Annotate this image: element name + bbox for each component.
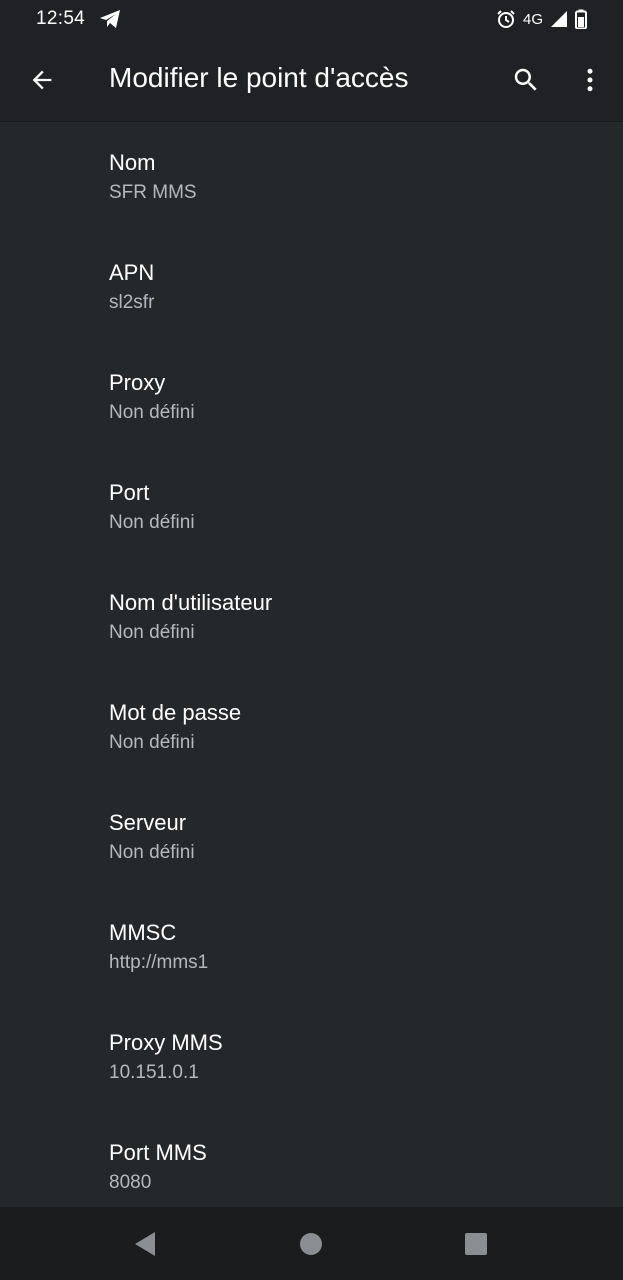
navigation-bar (0, 1207, 623, 1280)
pref-title: Mot de passe (109, 700, 242, 725)
signal-icon (550, 10, 568, 28)
pref-server[interactable]: Serveur Non défini (0, 782, 623, 892)
pref-title: Port (109, 480, 150, 505)
pref-username[interactable]: Nom d'utilisateur Non défini (0, 562, 623, 672)
page-title: Modifier le point d'accès (109, 62, 409, 93)
pref-apn[interactable]: APN sl2sfr (0, 232, 623, 342)
pref-summary: 8080 (109, 1172, 152, 1193)
telegram-icon (99, 9, 121, 29)
pref-mms-proxy[interactable]: Proxy MMS 10.151.0.1 (0, 1002, 623, 1112)
back-button[interactable] (24, 62, 60, 98)
pref-mmsc[interactable]: MMSC http://mms1 (0, 892, 623, 1002)
pref-title: Proxy (109, 370, 166, 395)
back-arrow-icon (28, 66, 56, 94)
pref-nom[interactable]: Nom SFR MMS (0, 122, 623, 232)
pref-summary: Non défini (109, 402, 195, 423)
status-time: 12:54 (36, 8, 86, 29)
pref-title: MMSC (109, 920, 177, 945)
pref-mms-port[interactable]: Port MMS 8080 (0, 1112, 623, 1207)
status-right: 4G (496, 9, 587, 29)
more-options-button[interactable] (570, 60, 610, 100)
nav-back-icon (133, 1231, 157, 1257)
pref-summary: Non défini (109, 842, 195, 863)
alarm-icon (496, 9, 516, 29)
network-type: 4G (522, 10, 543, 28)
app-bar: Modifier le point d'accès (0, 38, 623, 122)
pref-summary: Non défini (109, 732, 195, 753)
more-vert-icon (575, 65, 605, 95)
nav-home-icon (299, 1232, 323, 1256)
pref-summary: http://mms1 (109, 952, 209, 973)
battery-icon (575, 9, 587, 29)
search-icon (511, 65, 541, 95)
nav-recents-icon (464, 1232, 488, 1256)
pref-password[interactable]: Mot de passe Non défini (0, 672, 623, 782)
pref-proxy[interactable]: Proxy Non défini (0, 342, 623, 452)
pref-title: Proxy MMS (109, 1030, 223, 1055)
search-button[interactable] (506, 60, 546, 100)
nav-recents-button[interactable] (457, 1225, 495, 1263)
pref-summary: sl2sfr (109, 292, 155, 313)
status-bar: 12:54 4G (0, 0, 623, 38)
pref-title: APN (109, 260, 155, 285)
pref-title: Port MMS (109, 1140, 207, 1165)
preference-list: Nom SFR MMS APN sl2sfr Proxy Non défini … (0, 122, 623, 1207)
nav-back-button[interactable] (126, 1225, 164, 1263)
pref-title: Nom (109, 150, 156, 175)
pref-title: Serveur (109, 810, 187, 835)
pref-port[interactable]: Port Non défini (0, 452, 623, 562)
pref-summary: SFR MMS (109, 182, 197, 203)
pref-title: Nom d'utilisateur (109, 590, 273, 615)
pref-summary: Non défini (109, 512, 195, 533)
nav-home-button[interactable] (292, 1225, 330, 1263)
pref-summary: Non défini (109, 622, 195, 643)
status-left: 12:54 (36, 8, 121, 30)
pref-summary: 10.151.0.1 (109, 1062, 199, 1083)
